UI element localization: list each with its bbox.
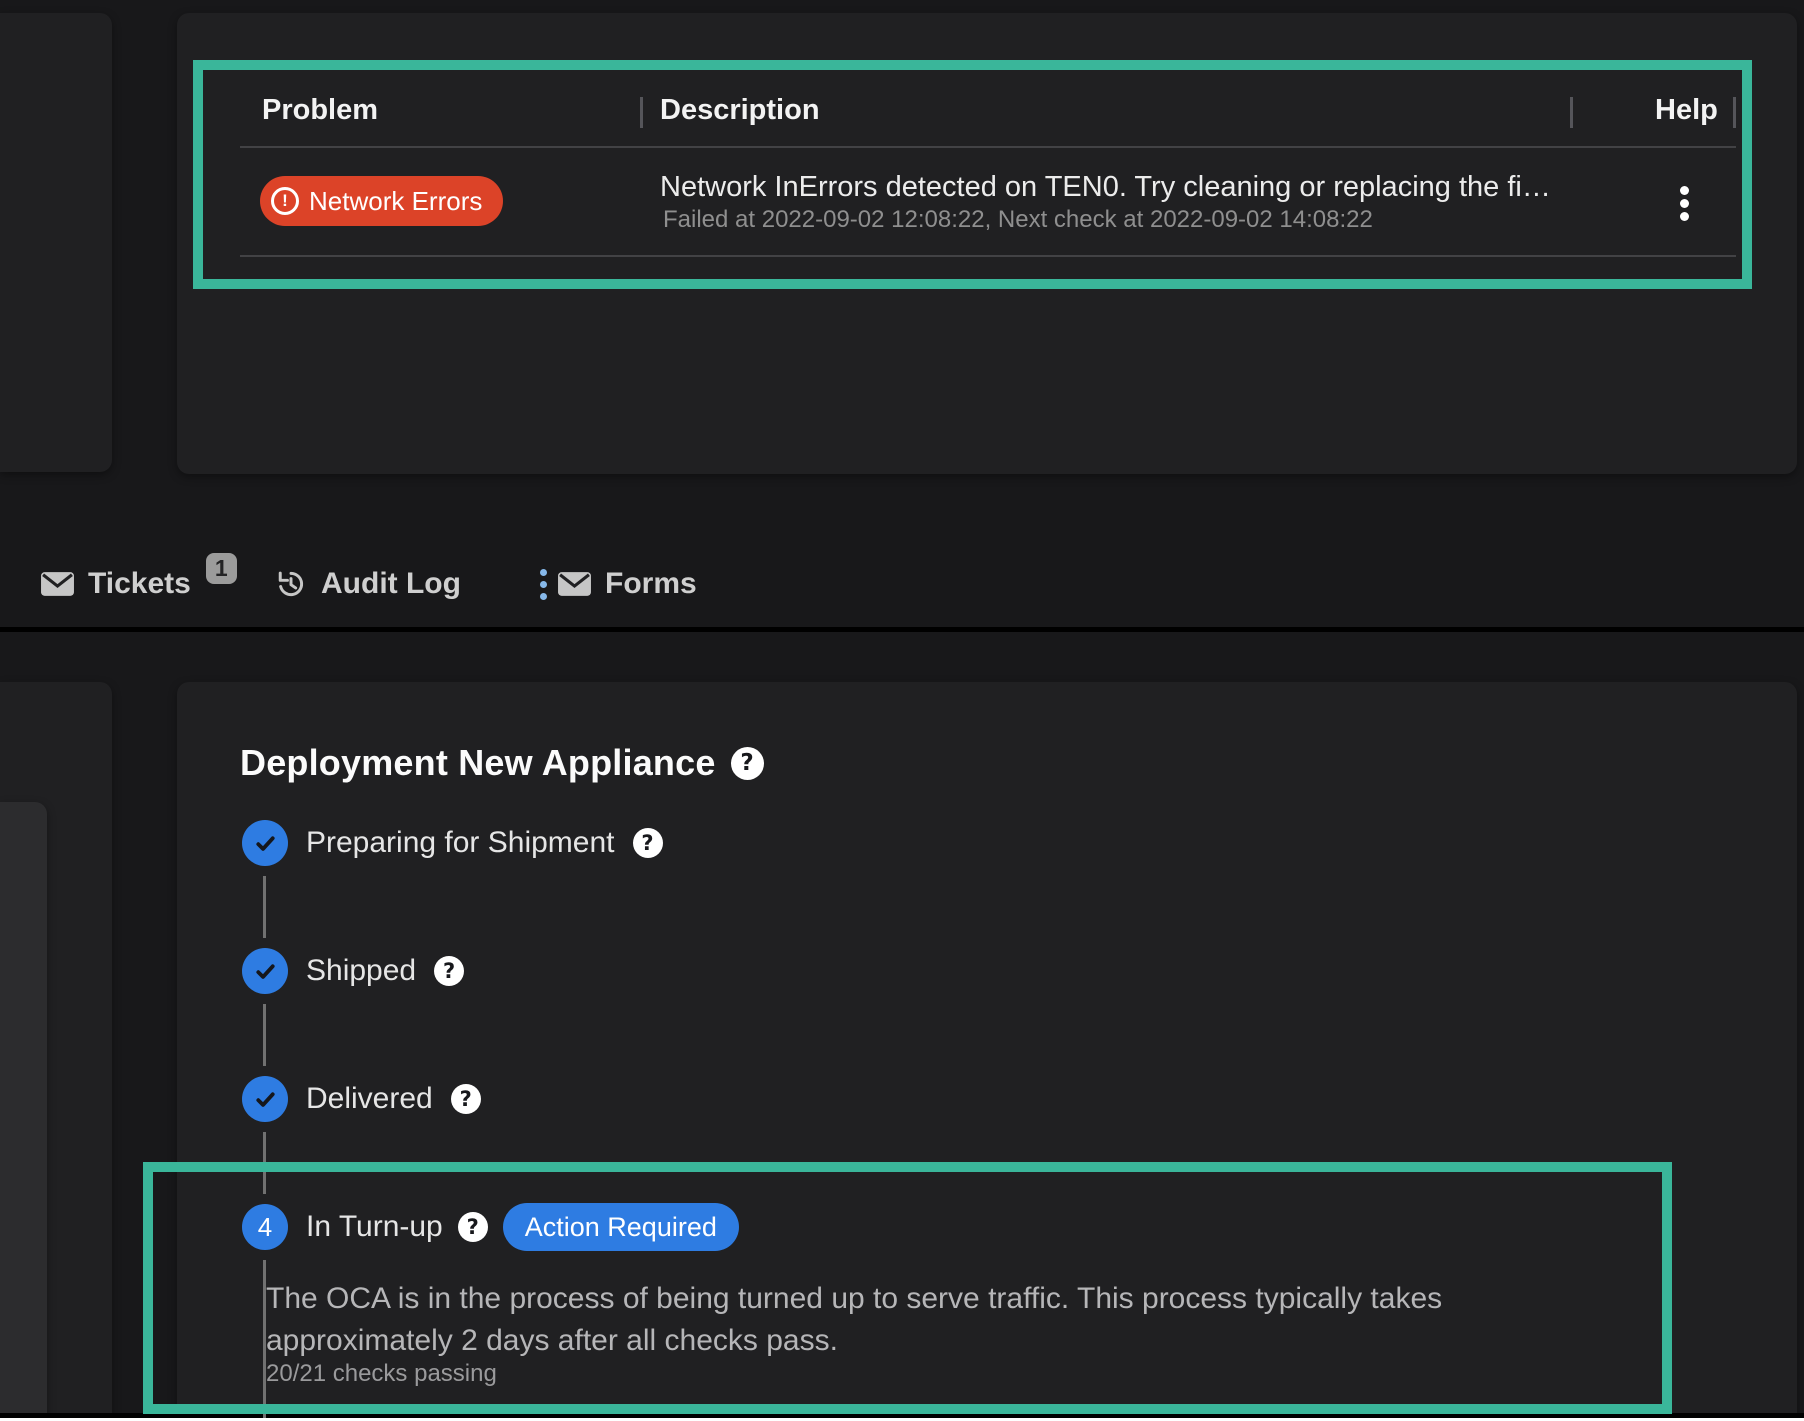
help-icon[interactable]: ? [451,1084,481,1114]
table-header-divider [240,146,1736,148]
row-actions-menu-button[interactable] [1670,182,1698,224]
column-divider [640,97,643,128]
alert-icon: ! [271,187,299,215]
tab-tickets-label: Tickets [88,567,191,601]
problem-column-header: Problem [262,93,378,127]
in-turnup-highlight [143,1162,1672,1414]
network-errors-badge-label: Network Errors [309,186,482,217]
tickets-count-badge: 1 [206,553,237,584]
help-column-header: Help [1655,93,1718,127]
kebab-icon [1680,186,1689,195]
step-shipped: Shipped ? [242,948,464,994]
mail-icon [40,570,75,598]
left-rail-subpanel [0,802,47,1421]
deployment-title: Deployment New Appliance [240,742,716,784]
step-label: Preparing for Shipment [306,826,615,860]
section-divider [0,627,1804,632]
dots-icon [540,569,547,600]
step-preparing-for-shipment: Preparing for Shipment ? [242,820,663,866]
table-row-divider [240,255,1736,257]
help-icon[interactable]: ? [633,828,663,858]
problem-description: Network InErrors detected on TEN0. Try c… [660,172,1551,202]
problems-table-highlight: Problem Description Help ! Network Error… [193,60,1752,289]
help-icon[interactable]: ? [434,956,464,986]
history-icon [274,567,308,601]
step-connector [263,1004,266,1066]
help-icon[interactable]: ? [731,747,764,780]
screen: Problem Description Help ! Network Error… [0,0,1804,1421]
deployment-title-row: Deployment New Appliance ? [240,742,764,784]
step-label: Delivered [306,1082,433,1116]
tab-forms-label: Forms [605,567,697,601]
problem-meta: Failed at 2022-09-02 12:08:22, Next chec… [663,206,1373,234]
step-connector [263,876,266,938]
left-rail-panel-top [0,13,112,472]
tab-audit-log-label: Audit Log [321,567,461,601]
step-completed-check-icon [242,1076,288,1122]
column-divider [1570,97,1573,128]
step-delivered: Delivered ? [242,1076,481,1122]
description-column-header: Description [660,93,820,127]
step-completed-check-icon [242,820,288,866]
tab-audit-log[interactable]: Audit Log [274,560,461,608]
step-completed-check-icon [242,948,288,994]
tab-forms[interactable]: Forms [540,560,697,608]
step-label: Shipped [306,954,416,988]
mail-icon [557,570,592,598]
column-divider [1733,97,1736,128]
network-errors-badge: ! Network Errors [260,176,503,226]
tab-tickets[interactable]: Tickets 1 [40,560,237,608]
